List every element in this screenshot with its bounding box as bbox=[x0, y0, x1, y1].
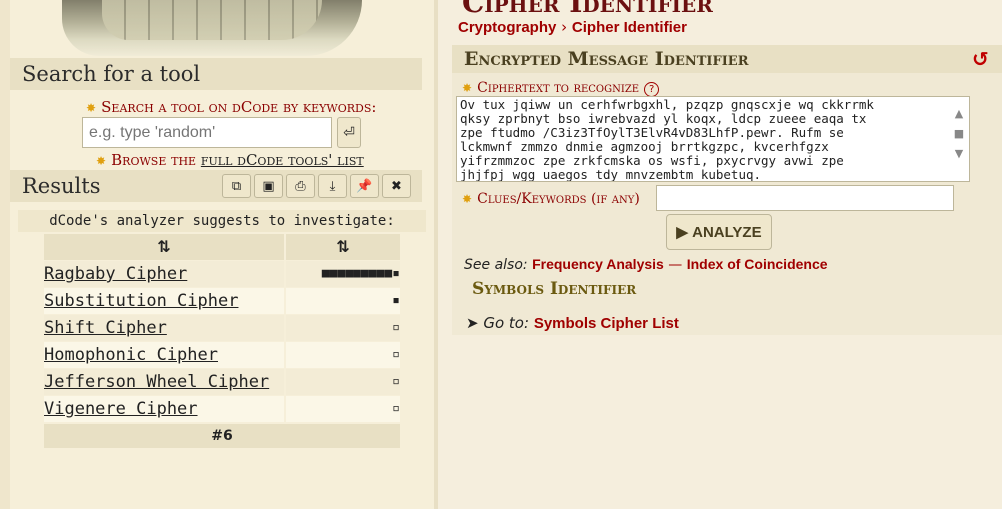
pin-button[interactable]: 📌 bbox=[350, 174, 379, 198]
clues-label-row: ✸ Clues/Keywords (if any) bbox=[462, 188, 640, 207]
ciphertext-label: Ciphertext to recognize bbox=[477, 80, 640, 96]
ciphertext-textarea[interactable]: Ov tux jqiww un cerhfwrbgxhl, pzqzp gnqs… bbox=[456, 96, 970, 182]
copy-button[interactable]: ⧉ bbox=[222, 174, 251, 198]
score-bar: ▪ bbox=[286, 288, 400, 314]
star-icon: ✸ bbox=[462, 192, 473, 206]
browse-link[interactable]: full dCode tools' list bbox=[201, 151, 364, 169]
scroll-thumb-icon[interactable]: ■ bbox=[952, 124, 966, 144]
breadcrumb-cryptography[interactable]: Cryptography bbox=[458, 19, 556, 36]
star-icon: ✸ bbox=[96, 154, 107, 168]
help-icon[interactable]: ? bbox=[644, 82, 660, 97]
cipher-link[interactable]: Vigenere Cipher bbox=[44, 396, 284, 422]
table-row: Substitution Cipher ▪ bbox=[44, 288, 400, 314]
arrow-icon: ➤ bbox=[466, 314, 479, 332]
score-bar: ▫ bbox=[286, 342, 400, 368]
see-also-row: See also: Frequency Analysis — Index of … bbox=[464, 256, 828, 273]
cipher-link[interactable]: Shift Cipher bbox=[44, 315, 284, 341]
score-bar: ▫ bbox=[286, 369, 400, 395]
search-label: Search a tool on dCode by keywords: bbox=[101, 98, 377, 116]
close-icon: ✖ bbox=[391, 178, 402, 194]
table-row: Vigenere Cipher ▫ bbox=[44, 396, 400, 422]
page-title: Cipher Identifier bbox=[462, 0, 713, 19]
scroll-up-icon[interactable]: ▲ bbox=[952, 104, 966, 124]
table-row: Ragbaby Cipher ■■■■■■■■■▪ bbox=[44, 261, 400, 287]
search-label-row: ✸ Search a tool on dCode by keywords: bbox=[86, 97, 386, 116]
browse-label: Browse the bbox=[111, 151, 201, 169]
analyze-label: ANALYZE bbox=[692, 223, 762, 241]
window-icon: ▣ bbox=[262, 178, 275, 194]
ciphertext-label-row: ✸ Ciphertext to recognize ? bbox=[462, 77, 660, 97]
star-icon: ✸ bbox=[86, 101, 97, 115]
download-button[interactable]: ⤓ bbox=[318, 174, 347, 198]
see-also-label: See also: bbox=[464, 257, 528, 273]
textarea-scrollbar[interactable]: ▲ ■ ▼ bbox=[952, 104, 966, 164]
symbols-identifier-link[interactable]: Symbols Identifier bbox=[472, 279, 636, 299]
enter-icon: ⏎ bbox=[343, 124, 355, 141]
left-edge bbox=[0, 0, 10, 509]
see-also-frequency-analysis[interactable]: Frequency Analysis bbox=[532, 256, 664, 272]
search-submit-button[interactable]: ⏎ bbox=[337, 117, 361, 148]
table-row: Shift Cipher ▫ bbox=[44, 315, 400, 341]
pin-icon: 📌 bbox=[356, 178, 373, 194]
section-title: Encrypted Message Identifier bbox=[464, 48, 749, 70]
print-icon: ⎙ bbox=[295, 178, 306, 194]
symbols-cipher-list-link[interactable]: Symbols Cipher List bbox=[534, 315, 679, 332]
suggest-caption: dCode's analyzer suggests to investigate… bbox=[18, 210, 426, 232]
analyze-button[interactable]: ▶ ANALYZE bbox=[666, 214, 772, 250]
sort-header-name[interactable]: ⇅ bbox=[44, 234, 284, 260]
cipher-link[interactable]: Substitution Cipher bbox=[44, 288, 284, 314]
cipher-link[interactable]: Ragbaby Cipher bbox=[44, 261, 284, 287]
score-bar: ■■■■■■■■■▪ bbox=[286, 261, 400, 287]
print-button[interactable]: ⎙ bbox=[286, 174, 315, 198]
scroll-down-icon[interactable]: ▼ bbox=[952, 144, 966, 164]
table-footer: #6 bbox=[44, 424, 400, 448]
cipher-link[interactable]: Jefferson Wheel Cipher bbox=[44, 369, 284, 395]
encrypted-message-heading: Encrypted Message Identifier bbox=[452, 45, 1002, 73]
see-also-index-of-coincidence[interactable]: Index of Coincidence bbox=[687, 256, 828, 272]
breadcrumb-cipher-identifier[interactable]: Cipher Identifier bbox=[572, 19, 687, 36]
table-row: Jefferson Wheel Cipher ▫ bbox=[44, 369, 400, 395]
star-icon: ✸ bbox=[462, 81, 473, 95]
open-window-button[interactable]: ▣ bbox=[254, 174, 283, 198]
results-title: Results bbox=[22, 174, 101, 198]
breadcrumb-separator: › bbox=[561, 18, 568, 36]
browse-row: ✸ Browse the full dCode tools' list bbox=[96, 150, 396, 169]
clues-label: Clues/Keywords (if any) bbox=[477, 191, 640, 207]
search-tool-heading: Search for a tool bbox=[10, 58, 422, 90]
download-icon: ⤓ bbox=[329, 178, 336, 194]
reload-icon[interactable]: ↺ bbox=[972, 47, 989, 71]
goto-label: Go to: bbox=[483, 314, 530, 332]
clues-input[interactable] bbox=[656, 185, 954, 211]
score-bar: ▫ bbox=[286, 396, 400, 422]
search-input[interactable] bbox=[82, 117, 332, 148]
goto-row: ➤ Go to: Symbols Cipher List bbox=[466, 314, 679, 332]
breadcrumb: Cryptography › Cipher Identifier bbox=[458, 18, 687, 36]
see-also-separator: — bbox=[668, 257, 683, 273]
header-scroll-image bbox=[62, 0, 362, 56]
cipher-link[interactable]: Homophonic Cipher bbox=[44, 342, 284, 368]
table-row: Homophonic Cipher ▫ bbox=[44, 342, 400, 368]
close-button[interactable]: ✖ bbox=[382, 174, 411, 198]
play-icon: ▶ bbox=[676, 224, 688, 241]
left-column: Search for a tool ✸ Search a tool on dCo… bbox=[0, 0, 438, 509]
score-bar: ▫ bbox=[286, 315, 400, 341]
copy-icon: ⧉ bbox=[231, 178, 242, 194]
right-column: Cipher Identifier Cryptography › Cipher … bbox=[438, 0, 1002, 509]
sort-header-score[interactable]: ⇅ bbox=[286, 234, 400, 260]
